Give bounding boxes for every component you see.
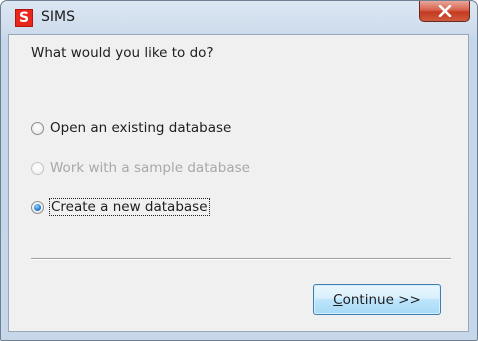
- continue-button[interactable]: Continue >>: [313, 284, 441, 315]
- continue-label: ontinue >>: [342, 292, 421, 308]
- option-label[interactable]: Create a new database: [49, 198, 210, 216]
- radio-button[interactable]: [31, 121, 44, 135]
- radio-selected-dot: [34, 203, 41, 211]
- option-label[interactable]: Open an existing database: [50, 120, 231, 136]
- window-title: SIMS: [41, 9, 75, 25]
- sims-app-icon: S: [15, 9, 33, 27]
- continue-accelerator: C: [333, 292, 343, 308]
- separator: [31, 258, 451, 260]
- option-work-with-sample-database: Work with a sample database: [31, 158, 250, 178]
- close-button[interactable]: [419, 1, 470, 22]
- option-create-new-database[interactable]: Create a new database: [31, 197, 210, 217]
- question-label: What would you like to do?: [31, 45, 214, 61]
- close-icon: [438, 5, 452, 17]
- option-open-existing-database[interactable]: Open an existing database: [31, 118, 231, 138]
- radio-button-disabled: [31, 161, 44, 175]
- radio-button-selected[interactable]: [31, 200, 44, 214]
- option-label: Work with a sample database: [50, 160, 250, 176]
- title-bar[interactable]: S SIMS: [1, 1, 477, 35]
